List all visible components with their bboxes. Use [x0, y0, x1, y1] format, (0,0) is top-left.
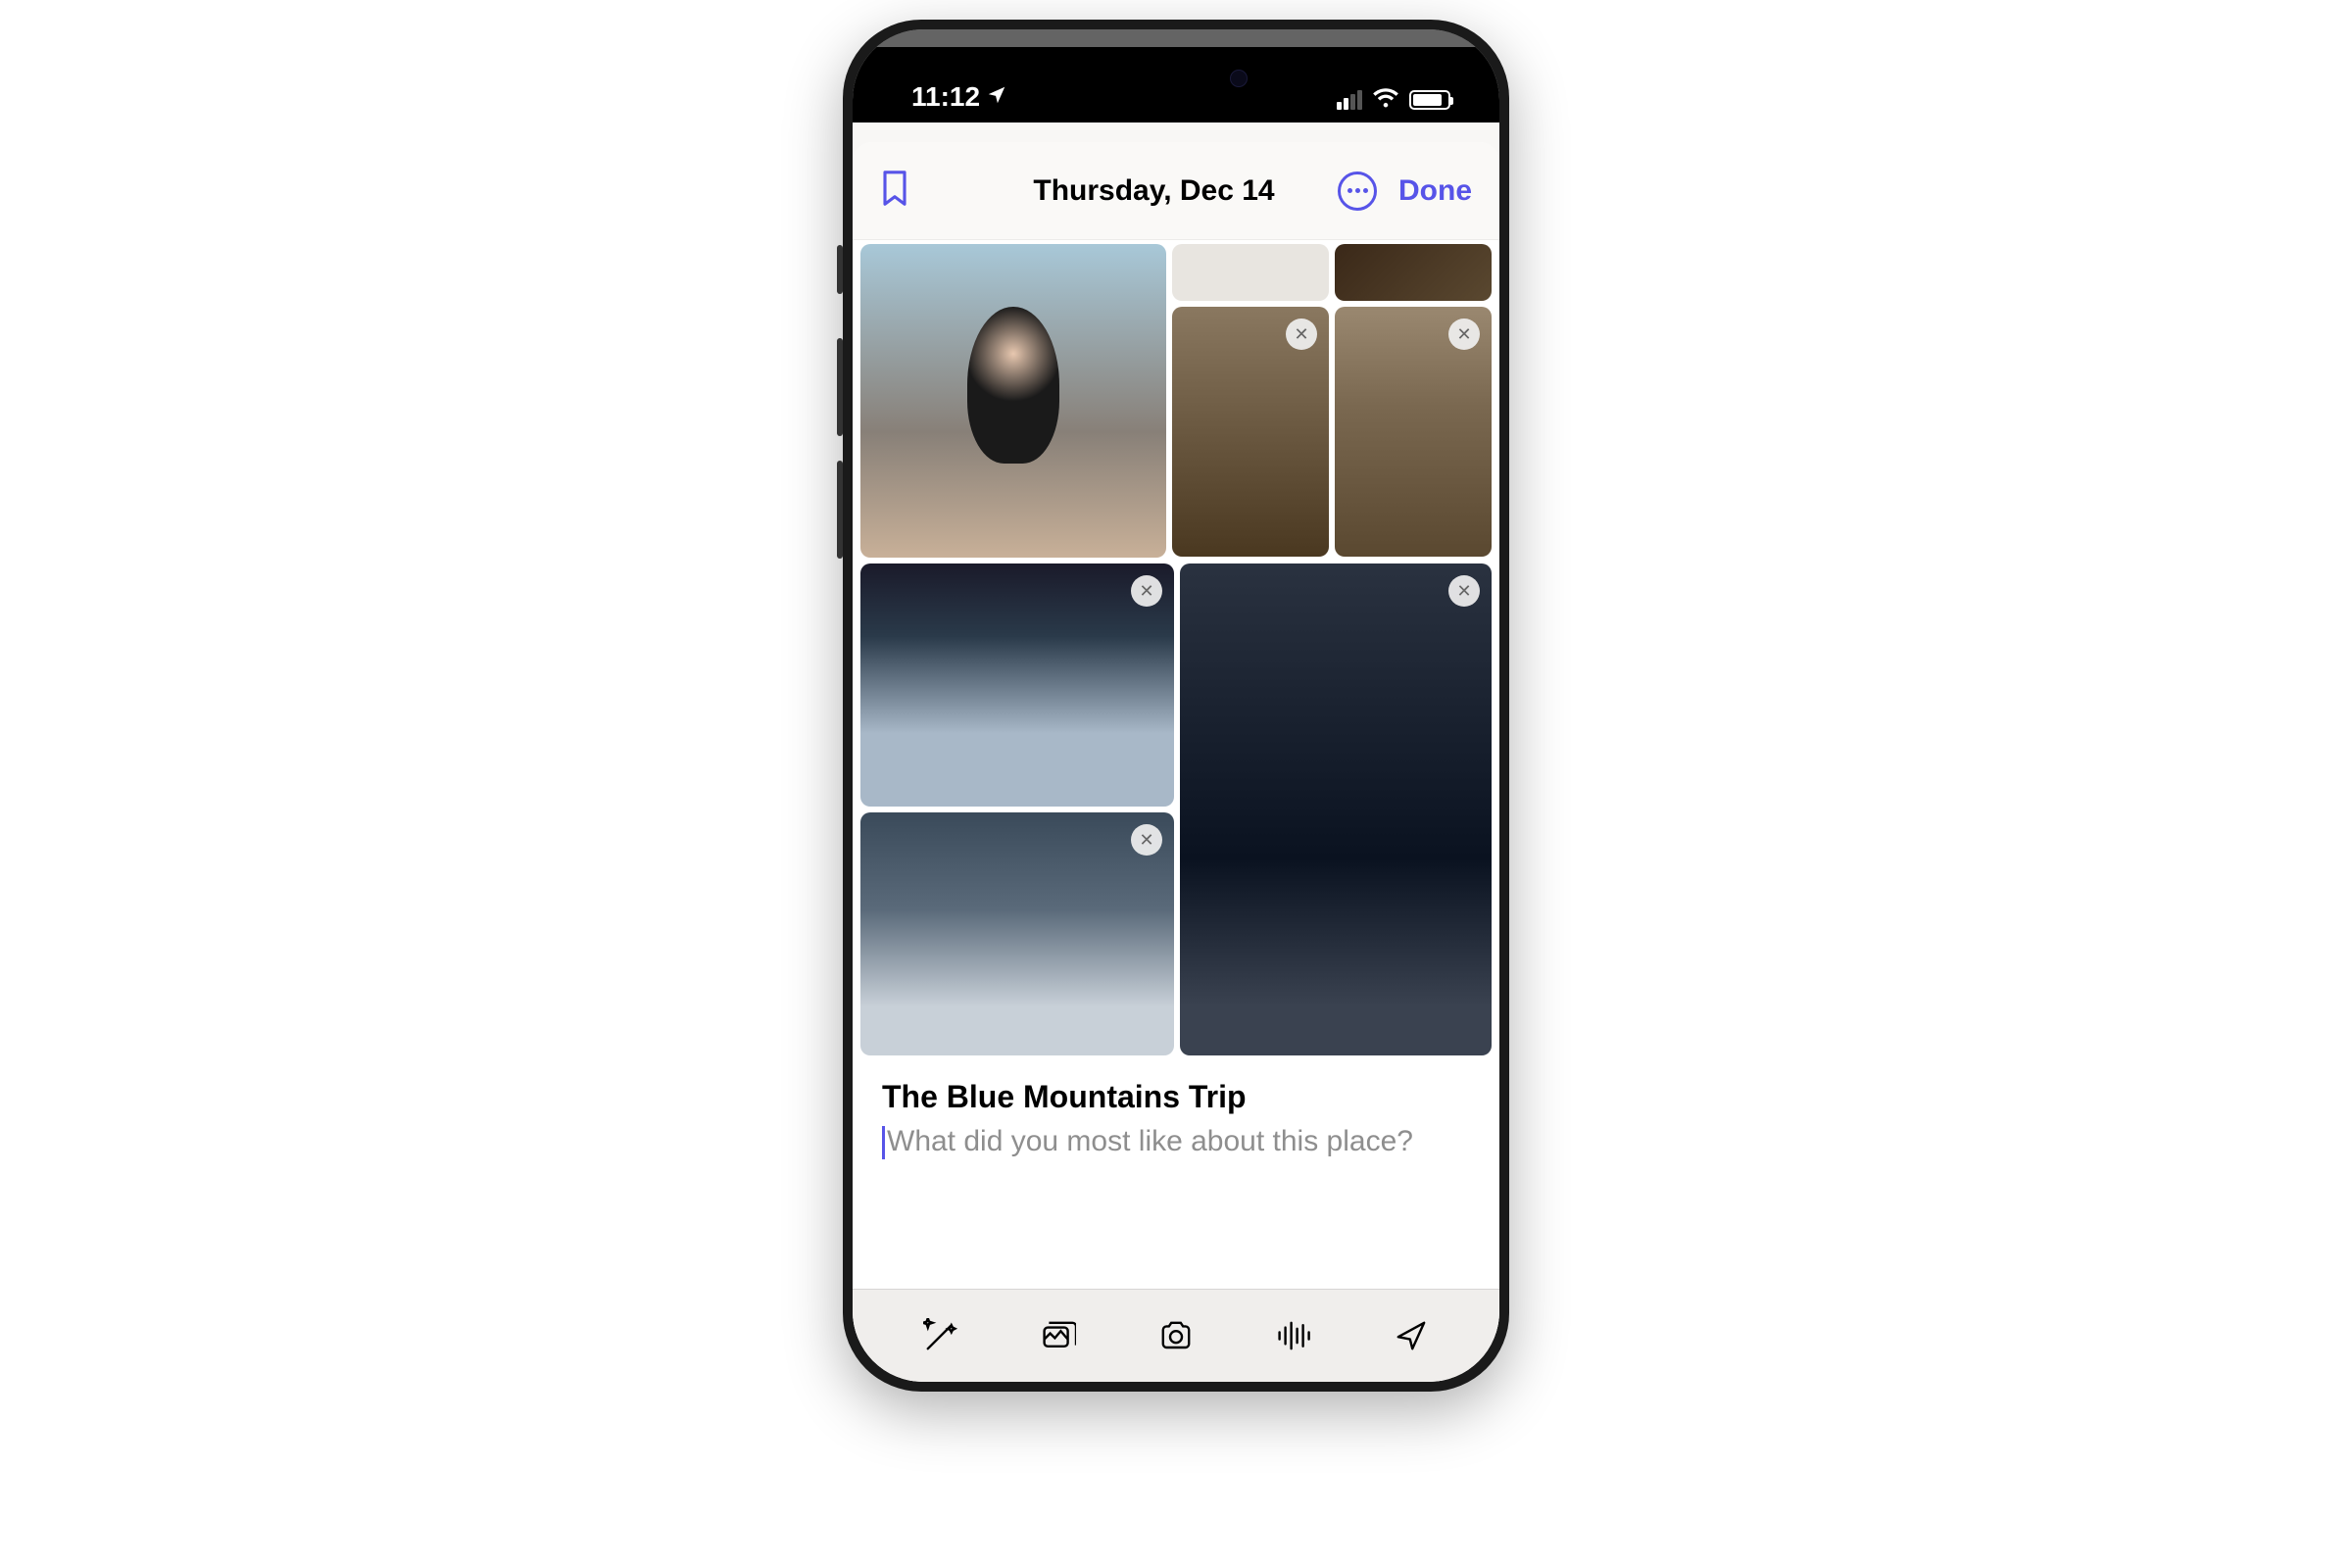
photo-thumbnail[interactable] [860, 244, 1166, 558]
location-arrow-icon[interactable] [1392, 1316, 1431, 1355]
remove-photo-button[interactable]: ✕ [1448, 575, 1480, 607]
photo-collage: ✕ ✕ ✕ [853, 240, 1499, 1059]
journal-entry-sheet: Thursday, Dec 14 Done [853, 142, 1499, 1382]
photo-stack-icon[interactable] [1039, 1316, 1078, 1355]
sheet-stack-indicator [870, 29, 1482, 47]
front-camera [1230, 70, 1248, 87]
bookmark-icon[interactable] [880, 170, 988, 212]
waveform-icon[interactable] [1274, 1316, 1313, 1355]
input-toolbar [853, 1289, 1499, 1382]
location-arrow-icon [986, 81, 1007, 113]
done-button[interactable]: Done [1398, 174, 1472, 208]
remove-photo-button[interactable]: ✕ [1131, 824, 1162, 856]
photo-thumbnail[interactable] [1172, 244, 1329, 301]
remove-photo-button[interactable]: ✕ [1131, 575, 1162, 607]
remove-photo-button[interactable]: ✕ [1448, 318, 1480, 350]
photo-thumbnail[interactable] [1335, 244, 1492, 301]
photo-thumbnail[interactable]: ✕ [860, 812, 1174, 1055]
phone-side-buttons [837, 245, 843, 583]
status-time: 11:12 [911, 81, 980, 113]
page-title: Thursday, Dec 14 [1033, 174, 1274, 208]
camera-icon[interactable] [1156, 1316, 1196, 1355]
remove-photo-button[interactable]: ✕ [1286, 318, 1317, 350]
photo-thumbnail[interactable]: ✕ [1335, 307, 1492, 557]
dynamic-island [1083, 51, 1269, 106]
phone-hardware-frame: 11:12 [843, 20, 1509, 1392]
cellular-signal-icon [1337, 90, 1362, 110]
photo-thumbnail[interactable]: ✕ [1172, 307, 1329, 557]
ellipsis-circle-icon[interactable] [1338, 172, 1377, 211]
text-cursor [882, 1126, 885, 1159]
magic-wand-icon[interactable] [921, 1316, 960, 1355]
wifi-icon [1372, 86, 1399, 113]
navigation-bar: Thursday, Dec 14 Done [853, 142, 1499, 240]
entry-text-section: The Blue Mountains Trip What did you mos… [853, 1059, 1499, 1179]
photo-thumbnail[interactable]: ✕ [1180, 564, 1492, 1055]
entry-placeholder: What did you most like about this place? [887, 1125, 1413, 1157]
entry-body-input[interactable]: What did you most like about this place? [882, 1125, 1470, 1159]
battery-icon [1409, 90, 1450, 110]
entry-title[interactable]: The Blue Mountains Trip [882, 1079, 1470, 1115]
photo-thumbnail[interactable]: ✕ [860, 564, 1174, 807]
